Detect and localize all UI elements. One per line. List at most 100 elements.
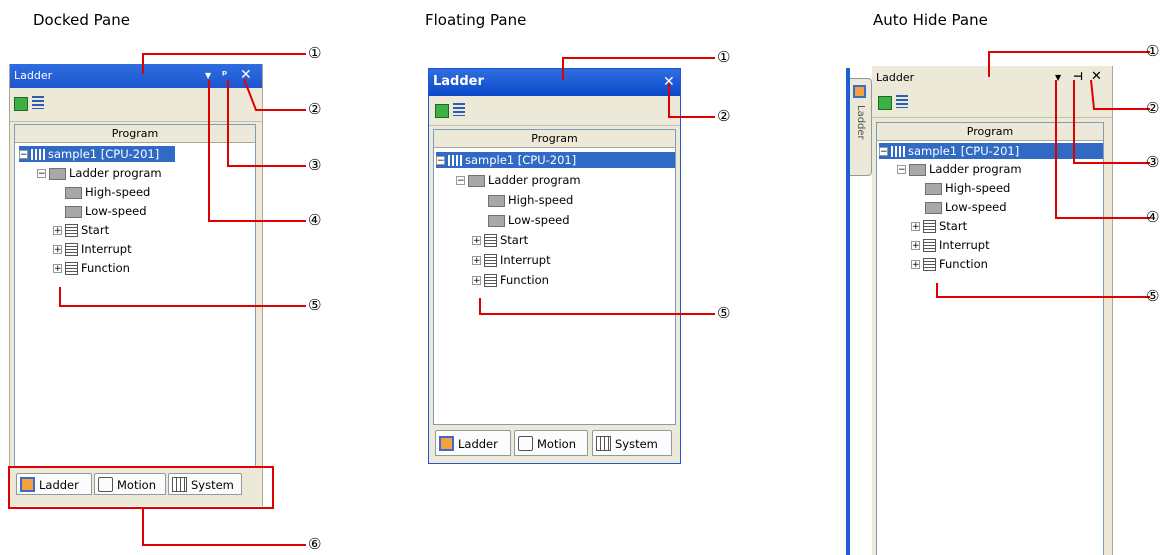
auto-hide-pane: Ladder ▼ ⊣ ✕ Program − sample1 [CPU-201] … — [872, 66, 1113, 555]
system-icon — [596, 436, 611, 451]
tree-ladder-program[interactable]: − Ladder program — [897, 161, 1022, 177]
list-icon — [484, 274, 497, 287]
expand-icon[interactable]: + — [472, 236, 481, 246]
tree-start[interactable]: + Start — [911, 218, 967, 234]
ladder-icon — [20, 477, 35, 492]
tree-ladder-program[interactable]: − Ladder program — [456, 172, 581, 188]
folder-icon — [488, 214, 505, 227]
close-icon[interactable]: ✕ — [1091, 70, 1102, 83]
auto-hide-pane-title: Auto Hide Pane — [873, 11, 988, 29]
list-icon — [484, 254, 497, 267]
close-icon[interactable]: ✕ — [240, 68, 252, 82]
list-icon — [65, 243, 78, 256]
tree-root[interactable]: − sample1 [CPU-201] — [436, 152, 675, 168]
expand-icon[interactable]: + — [911, 222, 920, 232]
expand-icon[interactable]: + — [53, 226, 62, 236]
tab-system[interactable]: System — [592, 430, 672, 456]
expand-icon[interactable]: + — [911, 260, 920, 270]
list-icon — [923, 258, 936, 271]
auto-hide-toolbar — [872, 88, 1112, 118]
docked-pane-title: Docked Pane — [33, 11, 130, 29]
expand-list-icon[interactable] — [453, 103, 465, 116]
auto-hide-titlebar[interactable]: Ladder ▼ ⊣ ✕ — [872, 66, 1112, 88]
callout-4-autohide: ④ — [1146, 208, 1160, 226]
close-icon[interactable]: ✕ — [663, 75, 675, 89]
tab-motion[interactable]: Motion — [94, 473, 166, 495]
tree-high-speed[interactable]: High-speed — [488, 192, 573, 208]
collapse-icon[interactable]: − — [456, 176, 465, 186]
cpu-icon — [31, 149, 45, 160]
tree-low-speed[interactable]: Low-speed — [65, 203, 147, 219]
tree-low-speed[interactable]: Low-speed — [925, 199, 1007, 215]
collapse-icon[interactable]: − — [897, 165, 906, 175]
tab-motion[interactable]: Motion — [514, 430, 588, 456]
auto-hide-tree[interactable]: Program − sample1 [CPU-201] − Ladder progr… — [876, 122, 1104, 555]
tab-ladder[interactable]: Ladder — [435, 430, 511, 456]
folder-icon — [65, 186, 82, 199]
docked-tree[interactable]: Program − sample1 [CPU-201] − Ladder progr… — [14, 124, 256, 468]
tree-high-speed[interactable]: High-speed — [65, 184, 150, 200]
program-tree-icon[interactable] — [878, 96, 892, 110]
tree-interrupt[interactable]: + Interrupt — [911, 237, 990, 253]
tree-interrupt[interactable]: + Interrupt — [53, 241, 132, 257]
tree-root[interactable]: − sample1 [CPU-201] — [879, 143, 1103, 159]
pin-icon[interactable]: ᵖ — [222, 69, 227, 80]
floating-titlebar[interactable]: Ladder ✕ — [429, 69, 680, 96]
callout-5-docked: ⑤ — [308, 296, 322, 314]
callout-5-autohide: ⑤ — [1146, 287, 1160, 305]
dropdown-icon[interactable]: ▼ — [1055, 74, 1061, 82]
tree-ladder-program[interactable]: − Ladder program — [37, 165, 162, 181]
tree-function[interactable]: + Function — [53, 260, 130, 276]
tree-interrupt[interactable]: + Interrupt — [472, 252, 551, 268]
ladder-icon — [853, 85, 866, 98]
tree-start[interactable]: + Start — [472, 232, 528, 248]
tab-ladder[interactable]: Ladder — [16, 473, 92, 495]
expand-icon[interactable]: + — [472, 276, 481, 286]
tree-function[interactable]: + Function — [911, 256, 988, 272]
collapse-icon[interactable]: − — [879, 147, 888, 157]
floating-pane: Ladder ✕ Program − sample1 [CPU-201] − Lad… — [428, 68, 681, 464]
expand-icon[interactable]: + — [53, 245, 62, 255]
collapse-icon[interactable]: − — [19, 150, 28, 160]
docked-pane: Ladder ▼ ᵖ ✕ Program − sample1 [CPU-201] … — [9, 64, 263, 506]
list-icon — [65, 224, 78, 237]
motion-icon — [98, 477, 113, 492]
list-icon — [923, 239, 936, 252]
callout-2-docked: ② — [308, 100, 322, 118]
system-icon — [172, 477, 187, 492]
callout-6-docked: ⑥ — [308, 535, 322, 553]
floating-tabs: Ladder Motion System — [433, 427, 676, 459]
column-header[interactable]: Program — [877, 123, 1103, 141]
auto-hide-side-tab[interactable]: Ladder — [850, 78, 872, 176]
floating-tree[interactable]: Program − sample1 [CPU-201] − Ladder progr… — [433, 129, 676, 425]
program-tree-icon[interactable] — [435, 104, 449, 118]
folder-icon — [488, 194, 505, 207]
tree-start[interactable]: + Start — [53, 222, 109, 238]
column-header[interactable]: Program — [15, 125, 255, 143]
expand-list-icon[interactable] — [32, 96, 44, 109]
dropdown-icon[interactable]: ▼ — [205, 72, 211, 80]
expand-icon[interactable]: + — [911, 241, 920, 251]
expand-icon[interactable]: + — [53, 264, 62, 274]
floating-title-text: Ladder — [433, 74, 484, 89]
collapse-icon[interactable]: − — [37, 169, 46, 179]
tree-high-speed[interactable]: High-speed — [925, 180, 1010, 196]
collapse-icon[interactable]: − — [436, 156, 445, 166]
tree-low-speed[interactable]: Low-speed — [488, 212, 570, 228]
expand-list-icon[interactable] — [896, 95, 908, 108]
folder-open-icon — [468, 174, 485, 187]
pin-icon[interactable]: ⊣ — [1073, 71, 1083, 82]
folder-icon — [925, 201, 942, 214]
program-tree-icon[interactable] — [14, 97, 28, 111]
tree-root[interactable]: − sample1 [CPU-201] — [19, 146, 175, 162]
expand-icon[interactable]: + — [472, 256, 481, 266]
column-header[interactable]: Program — [434, 130, 675, 148]
tab-system[interactable]: System — [168, 473, 242, 495]
list-icon — [484, 234, 497, 247]
callout-5-floating: ⑤ — [717, 304, 731, 322]
docked-titlebar[interactable]: Ladder ▼ ᵖ ✕ — [10, 64, 262, 88]
folder-icon — [65, 205, 82, 218]
floating-pane-title: Floating Pane — [425, 11, 527, 29]
tree-function[interactable]: + Function — [472, 272, 549, 288]
docked-tabs: Ladder Motion System — [14, 470, 256, 500]
